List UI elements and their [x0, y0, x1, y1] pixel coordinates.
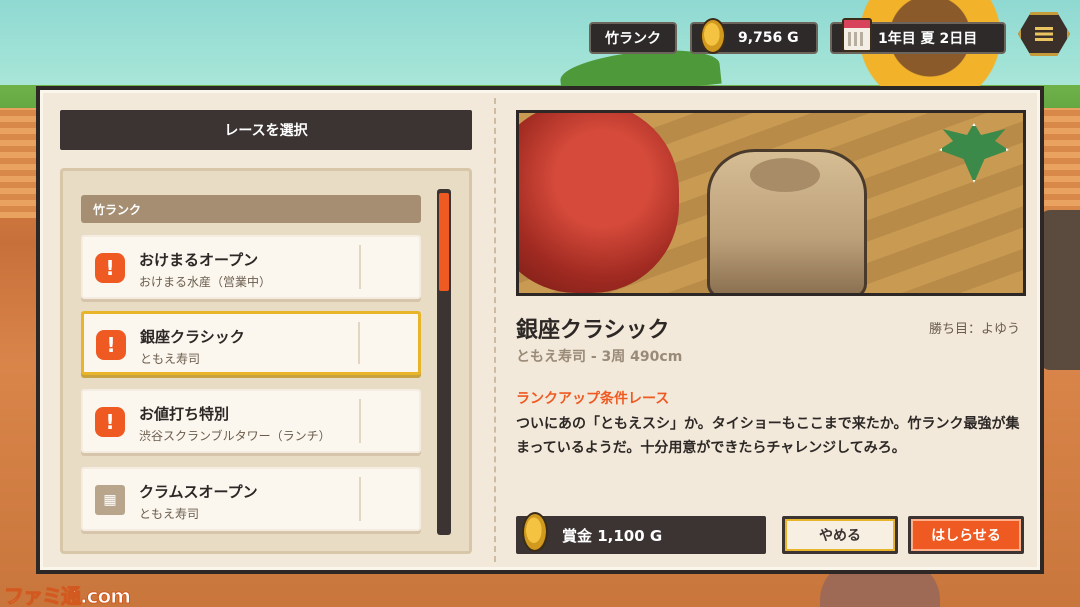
race-artwork: [516, 110, 1026, 296]
race-venue: おけまる水産（営業中）: [139, 275, 272, 289]
tea-cup: [707, 149, 867, 293]
race-name: お値打ち特別: [139, 405, 230, 423]
scrollbar-thumb[interactable]: [439, 193, 449, 291]
race-list: 竹ランク ! おけまるオープン おけまる水産（営業中） ! 銀座クラシック とも…: [60, 168, 472, 554]
date-text: 1年目 夏 2日目: [878, 31, 978, 47]
race-item-ginza[interactable]: ! 銀座クラシック ともえ寿司: [81, 311, 421, 375]
race-name: 銀座クラシック: [140, 328, 245, 346]
hamburger-icon: [1035, 27, 1053, 41]
race-venue: ともえ寿司: [139, 507, 200, 521]
cancel-button[interactable]: やめる: [782, 516, 898, 554]
alert-icon: !: [95, 407, 125, 437]
race-title: 銀座クラシック: [516, 318, 670, 343]
background-object: [1040, 210, 1080, 370]
calendar-icon: [842, 18, 872, 52]
win-condition: 勝ち目：よゆう: [928, 322, 1020, 337]
race-item-okemaru[interactable]: ! おけまるオープン おけまる水産（営業中）: [81, 235, 421, 299]
prize-display: 賞金 1,100 G: [516, 512, 766, 554]
item-separator: [359, 477, 361, 521]
gold-counter: 9,756 G: [690, 18, 818, 54]
race-item-clams[interactable]: ▦ クラムスオープン ともえ寿司: [81, 467, 421, 531]
cancel-label: やめる: [819, 528, 861, 544]
gold-amount: 9,756 G: [738, 30, 799, 46]
rank-group-label: 竹ランク: [93, 202, 142, 217]
coin-icon: [700, 18, 726, 54]
coin-icon: [522, 512, 548, 552]
race-venue: ともえ寿司: [140, 352, 201, 366]
list-title: レースを選択: [60, 110, 472, 150]
item-separator: [359, 399, 361, 443]
watermark: ファミ通.com: [3, 584, 131, 607]
race-subtitle: ともえ寿司 - 3周 490cm: [516, 349, 683, 365]
rank-indicator: 竹ランク: [589, 22, 677, 54]
date-display: 1年目 夏 2日目: [830, 18, 1006, 54]
panel-divider: [494, 98, 496, 562]
race-description: ついにあの「ともえスシ」か。タイショーもここまで来たか。竹ランク最強が集まってい…: [516, 416, 1020, 456]
rank-up-tag: ランクアップ条件レース: [516, 391, 670, 407]
red-teapot: [519, 113, 679, 293]
start-race-label: はしらせる: [931, 528, 1001, 544]
list-scrollbar[interactable]: [437, 189, 451, 535]
list-title-text: レースを選択: [224, 123, 308, 139]
item-separator: [358, 322, 360, 364]
race-item-oneuchi[interactable]: ! お値打ち特別 渋谷スクランブルタワー（ランチ）: [81, 389, 421, 453]
race-select-panel: レースを選択 竹ランク ! おけまるオープン おけまる水産（営業中） ! 銀座ク…: [36, 86, 1044, 574]
alert-icon: !: [95, 253, 125, 283]
start-race-button[interactable]: はしらせる: [908, 516, 1024, 554]
calendar-icon: ▦: [95, 485, 125, 515]
race-name: クラムスオープン: [139, 483, 258, 501]
race-venue: 渋谷スクランブルタワー（ランチ）: [139, 429, 331, 443]
item-separator: [359, 245, 361, 289]
alert-icon: !: [96, 330, 126, 360]
bamboo-leaf-icon: [939, 123, 1009, 183]
rank-group-header: 竹ランク: [81, 195, 421, 223]
prize-text: 賞金 1,100 G: [562, 526, 663, 545]
race-name: おけまるオープン: [139, 251, 259, 269]
rank-label: 竹ランク: [605, 31, 661, 47]
